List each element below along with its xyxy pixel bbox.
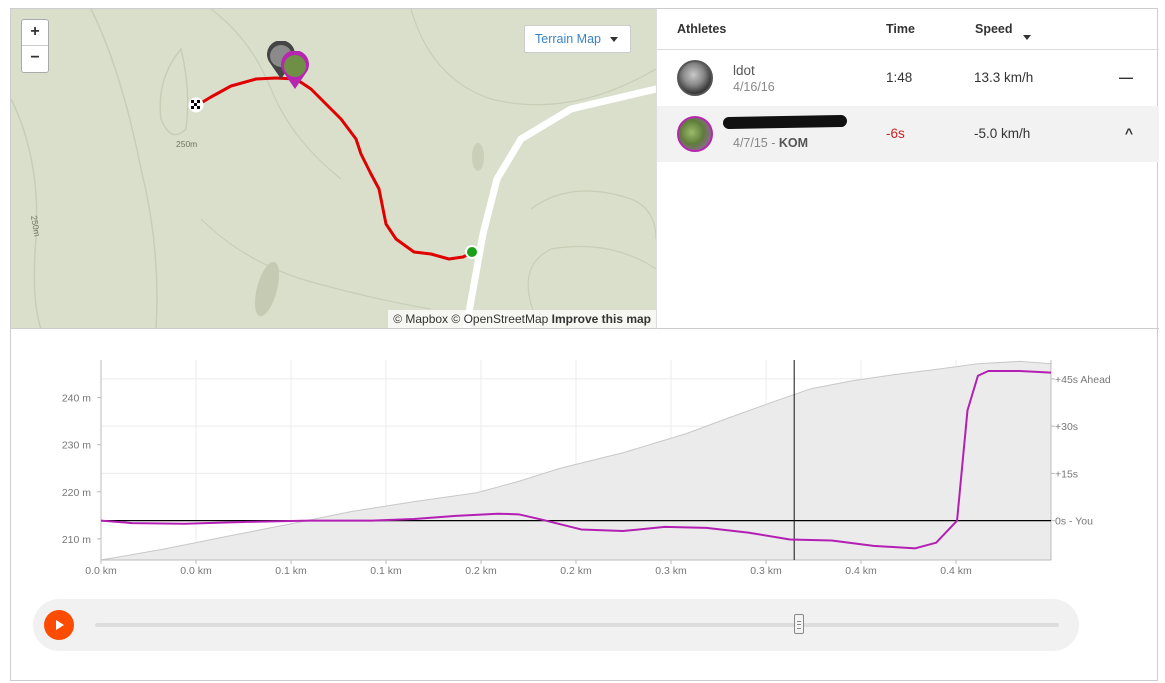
start-marker-icon: [465, 245, 479, 259]
effort-date: 4/16/16: [733, 80, 775, 94]
avatar: [677, 116, 713, 152]
redacted-athlete-name: [722, 114, 848, 130]
time-cell: -6s: [886, 126, 905, 141]
playback-track[interactable]: [95, 623, 1059, 627]
athletes-column-header: Athletes: [677, 22, 727, 36]
table-row[interactable]: ldot 4/16/16 1:48 13.3 km/h —: [657, 50, 1159, 106]
mapbox-link[interactable]: © Mapbox: [393, 312, 448, 326]
finish-flag-icon: [188, 97, 204, 113]
effort-date: 4/7/15 - KOM: [733, 136, 808, 150]
contour-label: 250m: [176, 139, 198, 149]
x-tick-label: 0.2 km: [560, 565, 592, 577]
athletes-table: Athletes Time Speed ldot 4/16/16 1:48 13…: [656, 9, 1159, 329]
kom-badge: KOM: [778, 136, 809, 150]
avatar: [677, 60, 713, 96]
effort-date-text: 4/16/16: [733, 80, 775, 94]
y-left-tick-label: 230 m: [62, 440, 91, 452]
map[interactable]: 250m 250m + − Terrain Map © Mapbox © Ope…: [11, 9, 656, 329]
osm-link[interactable]: © OpenStreetMap: [451, 312, 548, 326]
speed-cell: 13.3 km/h: [974, 70, 1034, 85]
terrain-map-label: Terrain Map: [535, 32, 601, 46]
x-tick-label: 0.0 km: [85, 565, 117, 577]
map-attribution: © Mapbox © OpenStreetMap Improve this ma…: [388, 310, 656, 328]
y-left-tick-label: 210 m: [62, 534, 91, 546]
table-header: Athletes Time Speed: [657, 9, 1159, 50]
playback-handle[interactable]: [793, 614, 804, 634]
x-tick-label: 0.0 km: [180, 565, 212, 577]
y-right-tick-label: +15s: [1055, 468, 1078, 480]
y-right-tick-label: +45s Ahead: [1055, 374, 1111, 386]
x-tick-label: 0.3 km: [655, 565, 687, 577]
zoom-control: + −: [21, 19, 49, 73]
terrain-map-dropdown[interactable]: Terrain Map: [524, 25, 631, 53]
zoom-in-button[interactable]: +: [22, 20, 48, 46]
time-cell: 1:48: [886, 70, 913, 85]
y-right-tick-label: 0s - You: [1055, 516, 1093, 528]
chevron-down-icon: [610, 37, 618, 42]
play-button[interactable]: [44, 610, 74, 640]
x-tick-label: 0.3 km: [750, 565, 782, 577]
collapse-row-button[interactable]: ^: [1125, 125, 1133, 141]
effort-date-text: 4/7/15 -: [733, 136, 779, 150]
y-left-tick-label: 220 m: [62, 487, 91, 499]
x-tick-label: 0.4 km: [940, 565, 972, 577]
table-row[interactable]: 4/7/15 - KOM -6s -5.0 km/h ^: [657, 106, 1159, 162]
x-tick-label: 0.1 km: [370, 565, 402, 577]
speed-column-header[interactable]: Speed: [975, 22, 1031, 40]
athlete-marker-kom[interactable]: [279, 51, 311, 91]
map-terrain: [11, 9, 656, 328]
playback-bar: [33, 599, 1079, 651]
elevation-time-chart[interactable]: 240 m 230 m 220 m 210 m +45s Ahead +30s +15s 0s…: [11, 330, 1159, 590]
sort-down-icon: [1022, 35, 1031, 40]
athlete-name[interactable]: ldot: [733, 63, 755, 78]
remove-row-button[interactable]: —: [1119, 69, 1133, 85]
time-column-header[interactable]: Time: [886, 22, 915, 36]
segment-compare-panel: 250m 250m + − Terrain Map © Mapbox © Ope…: [10, 8, 1159, 681]
y-right-tick-label: +30s: [1055, 421, 1078, 433]
chart-svg: 240 m 230 m 220 m 210 m +45s Ahead +30s +15s 0s…: [62, 360, 1111, 577]
y-left-tick-label: 240 m: [62, 393, 91, 405]
speed-cell: -5.0 km/h: [974, 126, 1031, 141]
x-tick-label: 0.4 km: [845, 565, 877, 577]
x-tick-label: 0.1 km: [275, 565, 307, 577]
zoom-out-button[interactable]: −: [22, 46, 48, 72]
x-tick-label: 0.2 km: [465, 565, 497, 577]
speed-header-label: Speed: [975, 22, 1013, 36]
improve-map-link[interactable]: Improve this map: [552, 312, 651, 326]
